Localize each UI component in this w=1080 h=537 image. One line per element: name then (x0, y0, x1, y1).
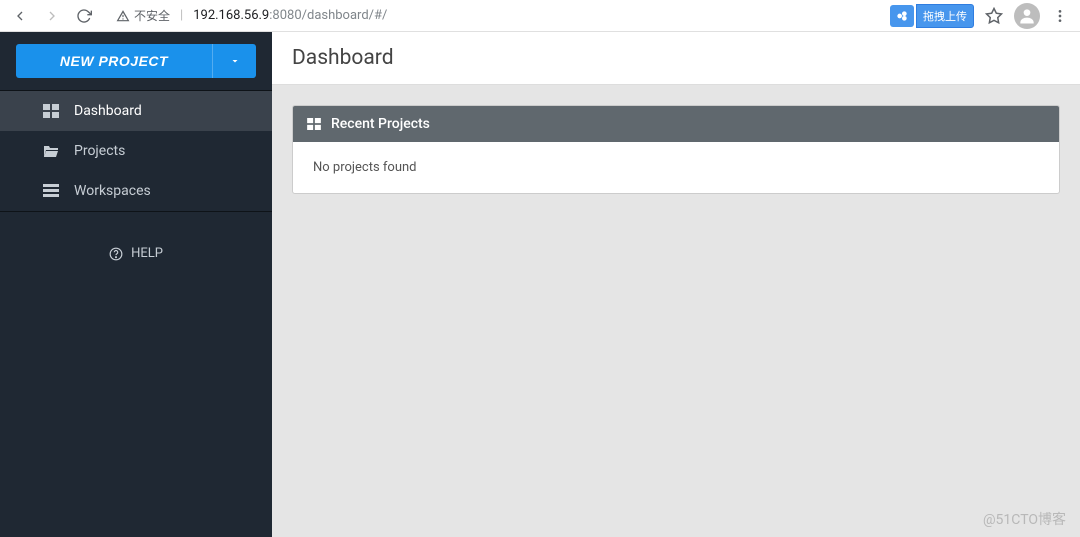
sidebar-item-dashboard[interactable]: Dashboard (0, 91, 272, 131)
panel-header: Recent Projects (293, 106, 1059, 142)
main-header: Dashboard (272, 32, 1080, 85)
stack-icon (42, 184, 60, 198)
sidebar-item-label: Projects (74, 143, 125, 159)
help-link[interactable]: HELP (0, 236, 272, 271)
sidebar-item-label: Workspaces (74, 183, 151, 199)
sidebar-item-projects[interactable]: Projects (0, 131, 272, 171)
help-icon (109, 247, 123, 261)
security-label: 不安全 (134, 7, 170, 24)
address-bar[interactable]: 不安全 | 192.168.56.9:8080/dashboard/#/ (104, 3, 882, 29)
main-body: Recent Projects No projects found @51CTO… (272, 85, 1080, 537)
browser-toolbar: 不安全 | 192.168.56.9:8080/dashboard/#/ 拖拽上… (0, 0, 1080, 32)
new-project-dropdown-button[interactable] (212, 44, 256, 78)
forward-button[interactable] (40, 4, 64, 28)
sidebar-item-label: Dashboard (74, 103, 142, 119)
panel-body: No projects found (293, 142, 1059, 193)
help-label: HELP (131, 246, 163, 261)
page-title: Dashboard (292, 46, 1060, 70)
folder-open-icon (42, 144, 60, 158)
back-button[interactable] (8, 4, 32, 28)
empty-state-message: No projects found (313, 160, 417, 175)
url-divider: | (180, 8, 183, 23)
url-host: 192.168.56.9 (193, 8, 269, 23)
url-path: :8080/dashboard/#/ (269, 8, 387, 23)
extension-label: 拖拽上传 (916, 4, 974, 28)
nav-section: Dashboard Projects Workspaces (0, 90, 272, 212)
caret-down-icon (229, 55, 241, 67)
extension-icon (890, 5, 914, 27)
sidebar: NEW PROJECT Dashboard (0, 32, 272, 537)
reload-button[interactable] (72, 4, 96, 28)
main-content: Dashboard Recent Projects No projects fo… (272, 32, 1080, 537)
security-indicator[interactable]: 不安全 (116, 7, 170, 24)
bookmark-star-icon[interactable] (982, 4, 1006, 28)
new-project-button[interactable]: NEW PROJECT (16, 44, 212, 78)
warning-icon (116, 9, 130, 23)
url-text: 192.168.56.9:8080/dashboard/#/ (193, 8, 387, 23)
app-container: NEW PROJECT Dashboard (0, 32, 1080, 537)
profile-avatar-icon[interactable] (1014, 3, 1040, 29)
new-project-label: NEW PROJECT (60, 53, 168, 69)
panel-title: Recent Projects (331, 116, 430, 132)
extension-badge[interactable]: 拖拽上传 (890, 4, 974, 28)
grid-icon (307, 118, 321, 130)
kebab-menu-icon[interactable] (1048, 4, 1072, 28)
recent-projects-panel: Recent Projects No projects found (292, 105, 1060, 194)
sidebar-item-workspaces[interactable]: Workspaces (0, 171, 272, 211)
grid-icon (42, 104, 60, 118)
new-project-group: NEW PROJECT (0, 32, 272, 90)
watermark: @51CTO博客 (983, 509, 1066, 529)
